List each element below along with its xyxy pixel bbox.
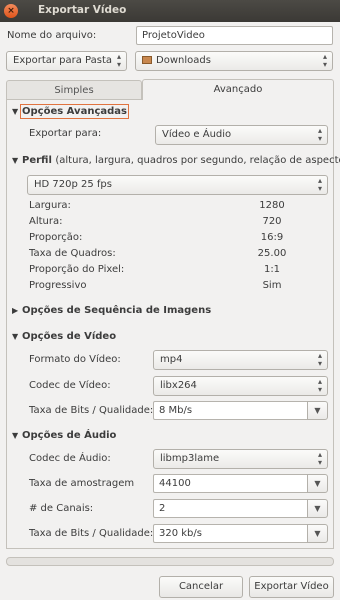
video-format-value: mp4 (160, 354, 183, 365)
profile-combo[interactable]: HD 720p 25 fps ▴ ▾ (27, 175, 328, 195)
audio-options-header[interactable]: ▼ Opções de Áudio (12, 430, 116, 441)
profile-header[interactable]: ▼ Perfil (altura, largura, quadros por se… (12, 155, 340, 166)
audio-codec-value: libmp3lame (160, 453, 220, 464)
folder-combo[interactable]: Downloads ▴ ▾ (135, 51, 333, 71)
audio-codec-combo[interactable]: libmp3lame ▴ ▾ (153, 449, 328, 469)
sample-rate-label: Taxa de amostragem (29, 478, 135, 489)
expander-down-icon: ▼ (12, 431, 19, 440)
tab-avancado[interactable]: Avançado (142, 79, 334, 100)
video-codec-combo[interactable]: libx264 ▴ ▾ (153, 376, 328, 396)
progressive-value: Sim (262, 280, 282, 291)
width-label: Largura: (29, 200, 71, 211)
export-to-combo[interactable]: Vídeo e Áudio ▴ ▾ (155, 125, 328, 145)
video-bitrate-input[interactable]: 8 Mb/s (153, 401, 308, 420)
close-icon[interactable]: × (4, 4, 18, 18)
sample-rate-input[interactable]: 44100 (153, 474, 308, 493)
updown-arrows-icon: ▴ ▾ (317, 176, 322, 193)
channels-combo[interactable]: 2 ▼ (153, 499, 328, 518)
folder-value: Downloads (156, 55, 211, 66)
video-bitrate-combo[interactable]: 8 Mb/s ▼ (153, 401, 328, 420)
chevron-down-icon[interactable]: ▼ (307, 524, 328, 543)
chevron-down-icon[interactable]: ▼ (307, 474, 328, 493)
image-sequence-header[interactable]: ▶ Opções de Sequência de Imagens (12, 305, 211, 316)
video-codec-label: Codec de Vídeo: (29, 380, 111, 391)
export-video-button[interactable]: Exportar Vídeo (249, 576, 334, 598)
advanced-options-title: Opções Avançadas (20, 104, 129, 119)
expander-down-icon: ▼ (12, 156, 19, 165)
chevron-down-icon[interactable]: ▼ (307, 499, 328, 518)
export-mode-value: Exportar para Pasta (13, 55, 113, 66)
updown-arrows-icon: ▴ ▾ (322, 52, 327, 69)
progressive-label: Progressivo (29, 280, 87, 291)
aspect-value: 16:9 (260, 232, 284, 243)
window-title: Exportar Vídeo (38, 4, 127, 16)
profile-value: HD 720p 25 fps (34, 179, 112, 190)
audio-options-title: Opções de Áudio (22, 430, 117, 441)
profile-title: Perfil (22, 155, 52, 166)
height-label: Altura: (29, 216, 63, 227)
audio-bitrate-label: Taxa de Bits / Qualidade: (29, 528, 154, 539)
height-value: 720 (262, 216, 282, 227)
export-progress-bar (6, 557, 334, 566)
expander-down-icon: ▼ (12, 332, 19, 341)
advanced-options-header[interactable]: ▼ Opções Avançadas (12, 104, 129, 119)
filename-input[interactable]: ProjetoVideo (136, 26, 333, 45)
updown-arrows-icon: ▴ ▾ (317, 450, 322, 467)
title-bar: × Exportar Vídeo (0, 0, 340, 22)
pixel-aspect-label: Proporção do Pixel: (29, 264, 125, 275)
video-codec-value: libx264 (160, 380, 197, 391)
updown-arrows-icon: ▴ ▾ (317, 377, 322, 394)
width-value: 1280 (259, 200, 285, 211)
tab-simples[interactable]: Simples (6, 80, 142, 100)
export-mode-combo[interactable]: Exportar para Pasta ▴ ▾ (6, 51, 127, 71)
folder-icon (142, 56, 152, 64)
expander-right-icon: ▶ (12, 306, 19, 315)
video-options-title: Opções de Vídeo (22, 331, 117, 342)
video-format-label: Formato do Vídeo: (29, 354, 121, 365)
export-to-value: Vídeo e Áudio (162, 129, 232, 140)
video-bitrate-label: Taxa de Bits / Qualidade: (29, 405, 154, 416)
channels-input[interactable]: 2 (153, 499, 308, 518)
sample-rate-combo[interactable]: 44100 ▼ (153, 474, 328, 493)
updown-arrows-icon: ▴ ▾ (317, 351, 322, 368)
video-format-combo[interactable]: mp4 ▴ ▾ (153, 350, 328, 370)
filename-label: Nome do arquivo: (7, 30, 97, 41)
audio-bitrate-combo[interactable]: 320 kb/s ▼ (153, 524, 328, 543)
fps-value: 25.00 (257, 248, 287, 259)
chevron-down-icon[interactable]: ▼ (307, 401, 328, 420)
channels-label: # de Canais: (29, 503, 94, 514)
updown-arrows-icon: ▴ ▾ (317, 126, 322, 143)
fps-label: Taxa de Quadros: (29, 248, 116, 259)
video-options-header[interactable]: ▼ Opções de Vídeo (12, 331, 116, 342)
audio-bitrate-input[interactable]: 320 kb/s (153, 524, 308, 543)
aspect-label: Proporção: (29, 232, 83, 243)
export-to-label: Exportar para: (29, 128, 102, 139)
image-sequence-title: Opções de Sequência de Imagens (22, 305, 212, 316)
audio-codec-label: Codec de Áudio: (29, 453, 111, 464)
cancel-button[interactable]: Cancelar (159, 576, 243, 598)
pixel-aspect-value: 1:1 (263, 264, 281, 275)
expander-down-icon: ▼ (12, 107, 19, 116)
profile-subtitle: (altura, largura, quadros por segundo, r… (55, 155, 340, 166)
updown-arrows-icon: ▴ ▾ (116, 52, 121, 69)
